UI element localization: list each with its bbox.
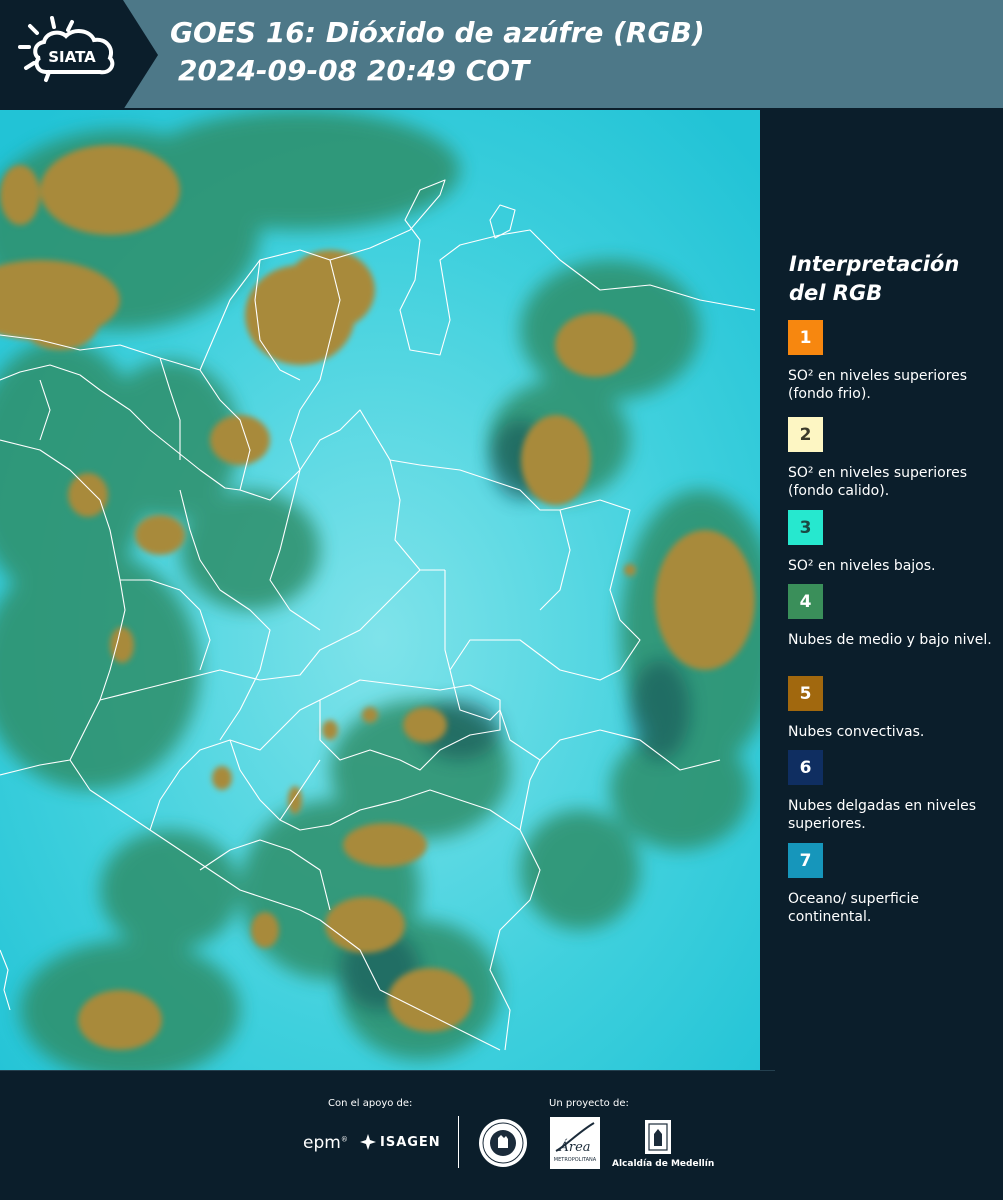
footer-vertical-divider xyxy=(458,1116,459,1168)
epm-logo: epm® xyxy=(303,1133,348,1153)
legend-item-2: 2 SO² en niveles superiores (fondo calid… xyxy=(788,417,993,502)
legend-number-4: 4 xyxy=(799,591,812,612)
legend-number-7: 7 xyxy=(799,850,812,871)
alcaldia-text: Alcaldía de Medellín xyxy=(612,1159,715,1169)
legend-label-7: Oceano/ superficie continental. xyxy=(788,891,919,925)
legend-item-5: 5 Nubes convectivas. xyxy=(788,676,993,761)
isagen-logo: ISAGEN xyxy=(360,1134,441,1150)
legend-title: Interpretación del RGB xyxy=(789,252,960,305)
legend-number-3: 3 xyxy=(799,517,812,538)
satellite-map[interactable] xyxy=(0,110,760,1070)
isagen-text: ISAGEN xyxy=(380,1134,441,1150)
project-label: Un proyecto de: xyxy=(549,1098,629,1109)
legend-swatch-6: 6 xyxy=(788,750,823,785)
map-canvas[interactable] xyxy=(0,110,760,1070)
footer: Con el apoyo de: Un proyecto de: epm® IS… xyxy=(0,1070,1003,1200)
seal-icon xyxy=(479,1119,527,1167)
legend-item-6: 6 Nubes delgadas en niveles superiores. xyxy=(788,750,993,835)
legend-item-4: 4 Nubes de medio y bajo nivel. xyxy=(788,584,993,669)
isagen-icon xyxy=(360,1134,376,1150)
legend-label-6: Nubes delgadas en niveles superiores. xyxy=(788,798,977,832)
area-sub-text: METROPOLITANA xyxy=(554,1157,597,1163)
logo-text: SIATA xyxy=(48,48,96,66)
legend-swatch-2: 2 xyxy=(788,417,823,452)
legend-label-1: SO² en niveles superiores (fondo frio). xyxy=(788,368,968,402)
area-text: Área xyxy=(558,1139,590,1155)
legend-item-7: 7 Oceano/ superficie continental. xyxy=(788,843,993,928)
legend-item-3: 3 SO² en niveles bajos. xyxy=(788,510,993,595)
alcaldia-coat-of-arms-icon xyxy=(645,1120,671,1154)
support-label: Con el apoyo de: xyxy=(328,1098,413,1109)
legend-swatch-7: 7 xyxy=(788,843,823,878)
footer-divider-line xyxy=(0,1070,775,1071)
legend-number-5: 5 xyxy=(799,683,812,704)
legend-number-2: 2 xyxy=(799,424,812,445)
legend-swatch-3: 3 xyxy=(788,510,823,545)
legend-swatch-1: 1 xyxy=(788,320,823,355)
legend-label-4: Nubes de medio y bajo nivel. xyxy=(788,632,992,648)
header: SIATA GOES 16: Dióxido de azúfre (RGB) 2… xyxy=(0,0,1003,110)
legend-swatch-4: 4 xyxy=(788,584,823,619)
legend-swatch-5: 5 xyxy=(788,676,823,711)
title-line-2: 2024-09-08 20:49 COT xyxy=(178,54,530,87)
legend-label-2: SO² en niveles superiores (fondo calido)… xyxy=(788,465,968,499)
legend-number-1: 1 xyxy=(799,327,812,348)
legend-panel: Interpretación del RGB 1 SO² en niveles … xyxy=(760,110,1003,1070)
legend-item-1: 1 SO² en niveles superiores (fondo frio)… xyxy=(788,320,993,405)
title-line-1: GOES 16: Dióxido de azúfre (RGB) xyxy=(170,16,705,49)
epm-text: epm xyxy=(303,1133,341,1153)
area-metropolitana-logo: Área METROPOLITANA xyxy=(550,1117,600,1169)
legend-number-6: 6 xyxy=(799,757,812,778)
siata-logo: SIATA xyxy=(18,16,115,82)
